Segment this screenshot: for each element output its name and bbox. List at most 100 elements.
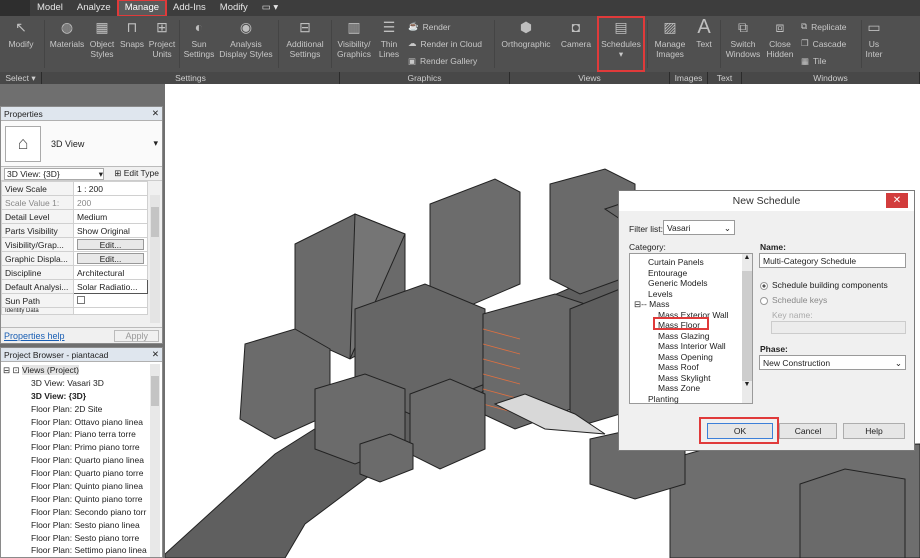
- project-browser: Project Browser - piantacad ✕ ⊟ ⊡ Views …: [0, 347, 163, 558]
- user-interface-button[interactable]: ▭ Us Inter: [864, 16, 884, 72]
- teapot-icon: ☕: [408, 21, 419, 32]
- tree-item[interactable]: Floor Plan: Primo piano torre: [3, 441, 162, 454]
- tab-analyze[interactable]: Analyze: [70, 0, 118, 16]
- schedule-components-option[interactable]: Schedule building components: [760, 280, 888, 290]
- collapse-icon[interactable]: ⊟: [3, 365, 10, 375]
- help-button[interactable]: Help: [843, 423, 905, 439]
- replicate-icon: ⧉: [801, 21, 808, 32]
- close-icon[interactable]: ✕: [886, 193, 908, 208]
- panel-images: Images: [670, 72, 708, 84]
- tree-item[interactable]: Floor Plan: Settimo piano linea: [3, 544, 162, 557]
- tree-item[interactable]: Floor Plan: Secondo piano torr: [3, 506, 162, 519]
- tree-item[interactable]: Floor Plan: Quarto piano linea: [3, 454, 162, 467]
- type-selector[interactable]: ⌂ 3D View ▾: [1, 121, 162, 167]
- category-item[interactable]: Mass Roof: [634, 362, 752, 373]
- apply-button[interactable]: Apply: [114, 329, 159, 342]
- switch-windows-button[interactable]: ⧉ Switch Windows: [723, 16, 763, 72]
- cancel-button[interactable]: Cancel: [779, 423, 837, 439]
- tab-modify[interactable]: Modify: [213, 0, 255, 16]
- render-in-cloud-button[interactable]: ☁ Render in Cloud: [408, 35, 488, 52]
- low-building: [359, 433, 414, 483]
- tree-item[interactable]: 3D View: Vasari 3D: [3, 377, 162, 390]
- visibility-edit-button[interactable]: Edit...: [77, 239, 144, 250]
- mass-floor-highlight: [653, 317, 709, 330]
- sun-settings-button[interactable]: ◐ Sun Settings: [182, 16, 216, 72]
- instance-filter-dropdown[interactable]: 3D View: {3D} ▾: [4, 167, 104, 180]
- object-styles-button[interactable]: ▦ Object Styles: [87, 16, 117, 72]
- replicate-button[interactable]: ⧉ Replicate: [801, 18, 855, 35]
- graphic-display-edit-button[interactable]: Edit...: [77, 253, 144, 264]
- tree-item[interactable]: Floor Plan: Quarto piano torre: [3, 467, 162, 480]
- snaps-button[interactable]: ⊓ Snaps: [117, 16, 147, 72]
- cascade-button[interactable]: ❐ Cascade: [801, 35, 855, 52]
- browser-scrollbar[interactable]: [150, 364, 160, 557]
- images-icon: ▨: [663, 19, 677, 35]
- text-button[interactable]: A Text: [690, 16, 718, 72]
- category-item[interactable]: Mass Interior Wall: [634, 341, 752, 352]
- category-item[interactable]: Mass Glazing: [634, 331, 752, 342]
- render-gallery-button[interactable]: ▣ Render Gallery: [408, 53, 488, 70]
- tree-item[interactable]: Floor Plan: Ottavo piano linea: [3, 416, 162, 429]
- properties-help-link[interactable]: Properties help: [4, 331, 65, 341]
- render-button[interactable]: ☕ Render: [408, 18, 488, 35]
- mass-block: [569, 288, 621, 430]
- tree-item[interactable]: Floor Plan: Sesto piano torre: [3, 532, 162, 545]
- category-scrollbar[interactable]: ▲ ▼: [742, 254, 752, 403]
- materials-button[interactable]: ◍ Materials: [47, 16, 87, 72]
- category-item[interactable]: Levels: [634, 289, 752, 300]
- app-menu-button[interactable]: [0, 0, 30, 16]
- edit-type-button[interactable]: ⊞ Edit Type: [114, 168, 159, 179]
- close-hidden-button[interactable]: ⧈ Close Hidden: [763, 16, 797, 72]
- schedule-keys-option[interactable]: Schedule keys: [760, 295, 827, 305]
- properties-scrollbar[interactable]: [150, 195, 160, 323]
- chevron-down-icon: ⌄: [894, 358, 902, 368]
- key-name-input: [771, 321, 906, 334]
- tree-item[interactable]: Floor Plan: Piano terra torre: [3, 428, 162, 441]
- tile-button[interactable]: ▦ Tile: [801, 53, 855, 70]
- schedules-button[interactable]: ▤ Schedules ▾: [597, 16, 645, 72]
- dialog-titlebar: New Schedule ✕: [619, 191, 914, 211]
- panel-select[interactable]: Select ▾: [0, 72, 42, 84]
- tree-root-views[interactable]: ⊟ ⊡ Views (Project): [3, 364, 162, 377]
- tree-item[interactable]: Floor Plan: Quinto piano linea: [3, 480, 162, 493]
- analysis-display-styles-button[interactable]: ◉ Analysis Display Styles: [216, 16, 276, 72]
- tab-add-ins[interactable]: Add-Ins: [166, 0, 213, 16]
- additional-settings-button[interactable]: ⊟ Additional Settings: [281, 16, 329, 72]
- ribbon-toggle-icon[interactable]: ▭ ▾: [255, 0, 285, 16]
- tree-item[interactable]: Floor Plan: 2D Site: [3, 403, 162, 416]
- tile-icon: ▦: [801, 55, 810, 66]
- panel-windows: Windows: [742, 72, 920, 84]
- chevron-down-icon: ⌄: [723, 223, 731, 233]
- project-units-button[interactable]: ⊞ Project Units: [147, 16, 177, 72]
- close-icon[interactable]: ✕: [152, 349, 159, 360]
- tab-model[interactable]: Model: [30, 0, 70, 16]
- category-item[interactable]: Mass Opening: [634, 352, 752, 363]
- tree-item[interactable]: 3D View: {3D}: [3, 390, 162, 403]
- tab-manage[interactable]: Manage: [116, 0, 168, 17]
- window-small-group: ⧉ Replicate ❐ Cascade ▦ Tile: [797, 16, 859, 72]
- phase-select[interactable]: New Construction ⌄: [759, 355, 906, 370]
- category-item[interactable]: Generic Models: [634, 278, 752, 289]
- thin-lines-button[interactable]: ☰ Thin Lines: [374, 16, 404, 72]
- object-styles-icon: ▦: [95, 19, 109, 35]
- close-icon[interactable]: ✕: [152, 108, 159, 119]
- tree-item[interactable]: Floor Plan: Sesto piano linea: [3, 519, 162, 532]
- category-item[interactable]: Planting: [634, 394, 752, 405]
- schedule-name-input[interactable]: Multi-Category Schedule: [759, 253, 906, 268]
- category-item[interactable]: ⊟-- Mass: [634, 299, 752, 310]
- category-item[interactable]: Mass Skylight: [634, 373, 752, 384]
- category-item[interactable]: Entourage: [634, 268, 752, 279]
- camera-button[interactable]: ◘ Camera: [555, 16, 597, 72]
- manage-images-button[interactable]: ▨ Manage Images: [650, 16, 690, 72]
- filter-list-select[interactable]: Vasari ⌄: [663, 220, 735, 235]
- modify-button[interactable]: ↖ Modify: [0, 16, 42, 72]
- tree-item[interactable]: Floor Plan: Quinto piano torre: [3, 493, 162, 506]
- sun-path-checkbox[interactable]: [77, 295, 85, 304]
- panel-graphics: Graphics: [340, 72, 510, 84]
- orthographic-button[interactable]: ⬢ Orthographic: [497, 16, 555, 72]
- chevron-down-icon: ▾: [618, 49, 624, 59]
- category-item[interactable]: Mass Zone: [634, 383, 752, 394]
- collapse-icon[interactable]: ⊟: [634, 299, 641, 309]
- visibility-graphics-button[interactable]: ▥ Visibility/ Graphics: [334, 16, 374, 72]
- category-item[interactable]: Curtain Panels: [634, 257, 752, 268]
